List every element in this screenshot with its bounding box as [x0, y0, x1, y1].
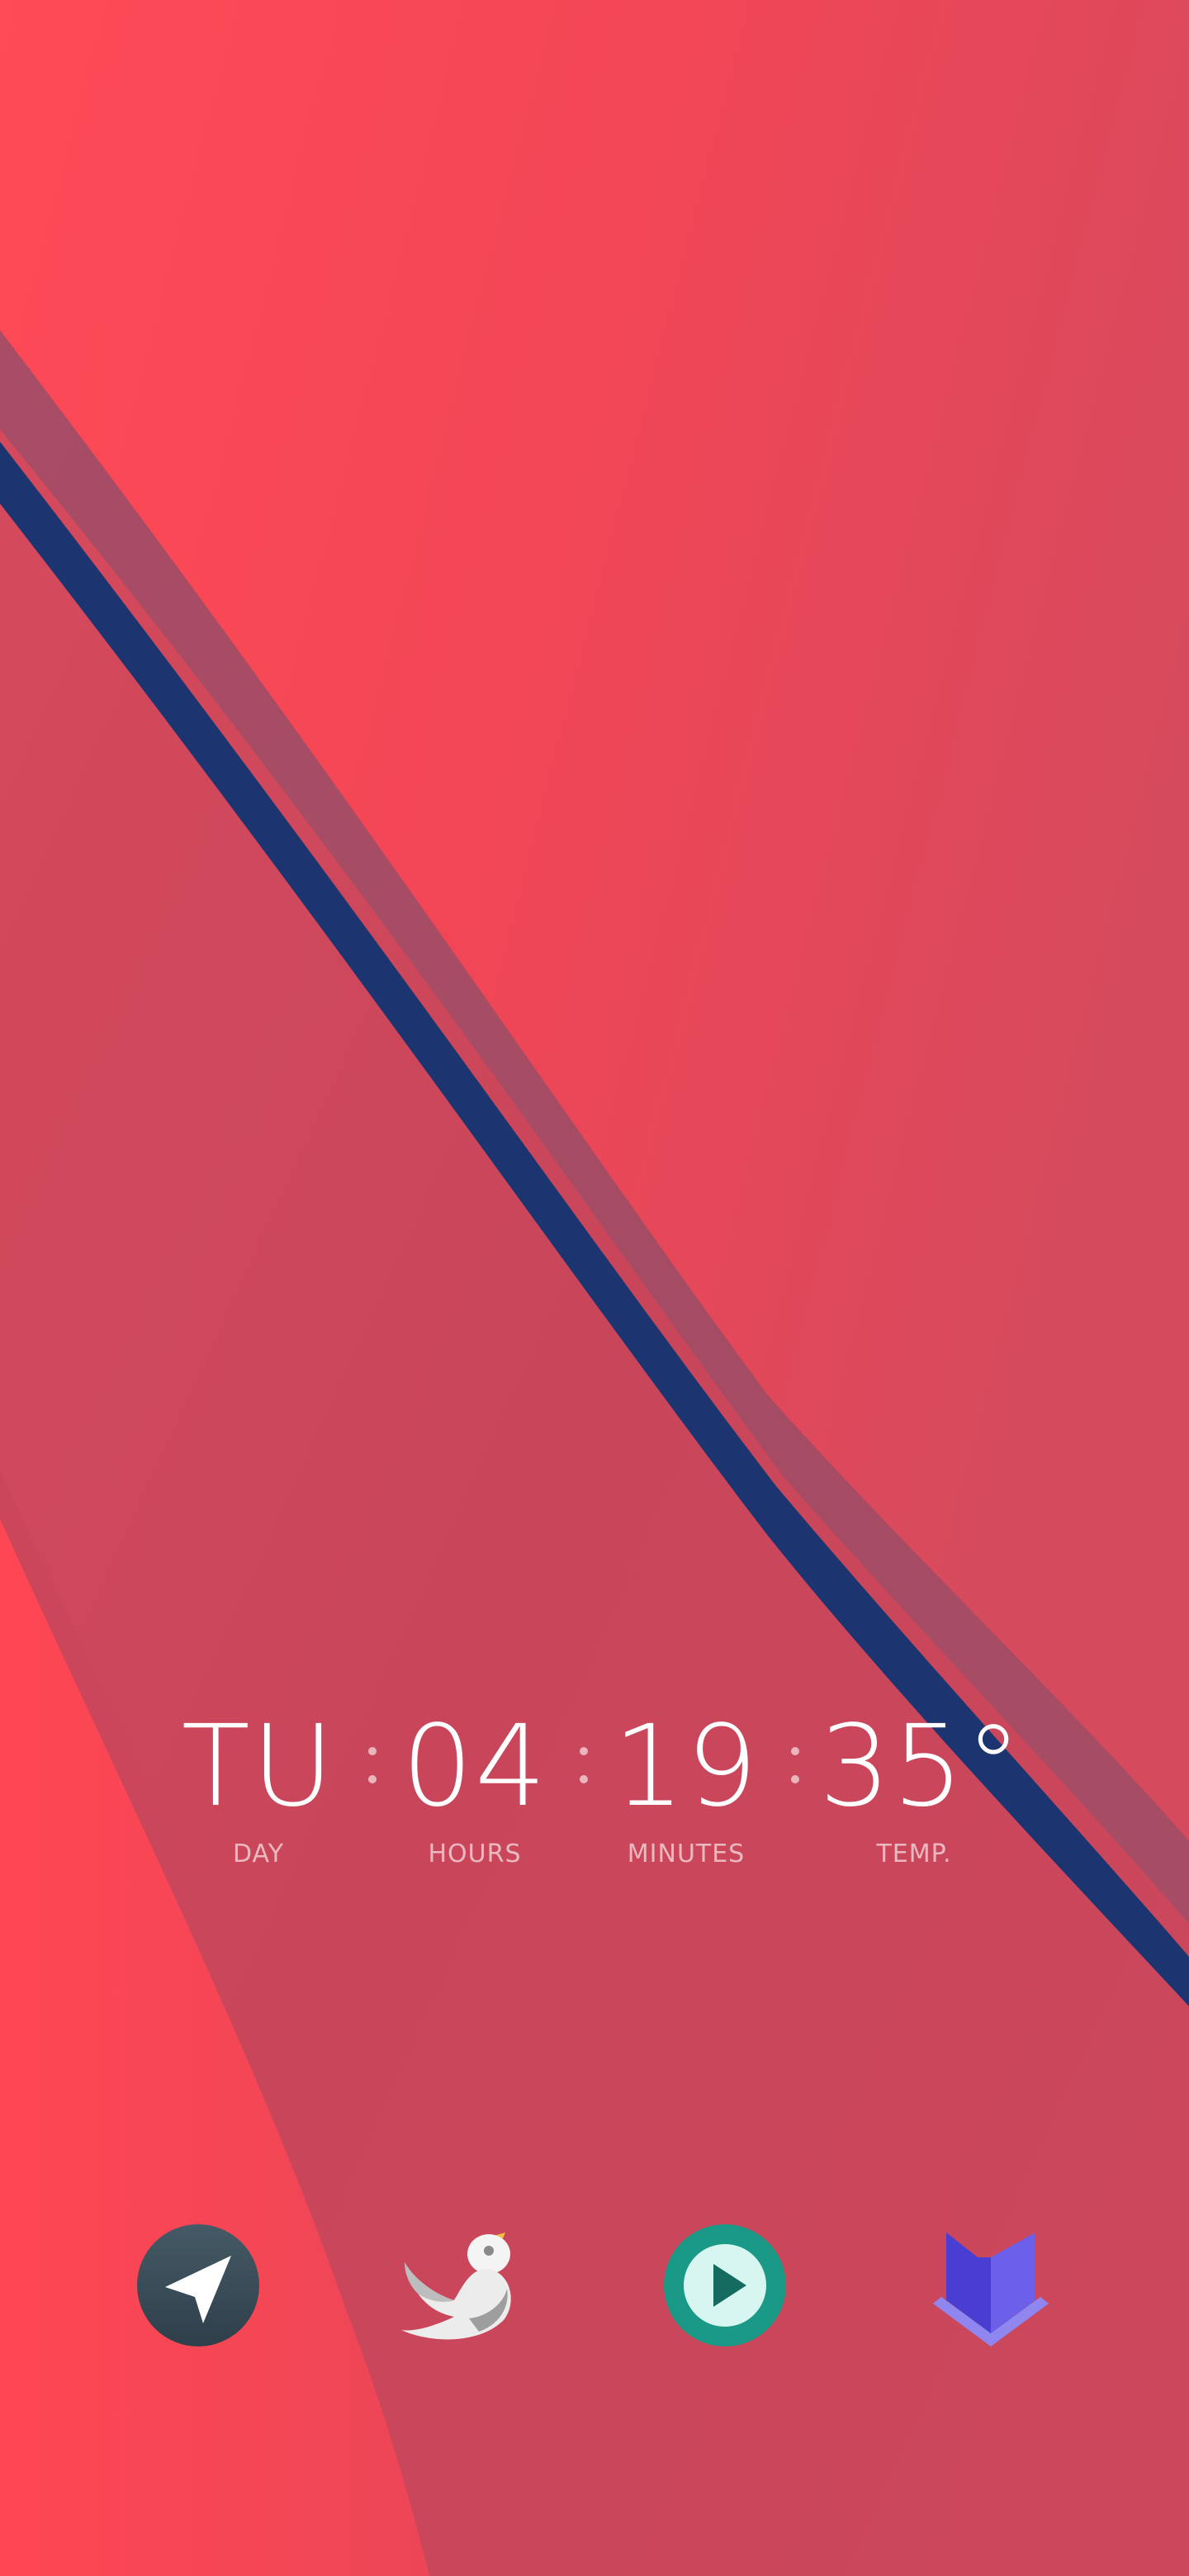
clock-widget[interactable]: TU DAY 04 HOURS 19 MINUTES 35° TEMP. — [0, 1701, 1189, 1882]
play-icon — [664, 2224, 786, 2346]
temp-label: TEMP. — [876, 1840, 952, 1868]
bird-icon — [401, 2233, 511, 2340]
fox-icon — [933, 2233, 1049, 2346]
separator — [791, 1739, 799, 1788]
hours-segment: 04 HOURS — [396, 1701, 553, 1868]
hours-value: 04 — [401, 1702, 548, 1832]
app-fox[interactable] — [926, 2221, 1055, 2350]
day-value: TU — [181, 1702, 336, 1832]
temp-segment: 35° TEMP. — [819, 1701, 1024, 1868]
app-player[interactable] — [661, 2221, 789, 2350]
day-label: DAY — [232, 1840, 285, 1868]
temp-value: 35° — [819, 1702, 1024, 1832]
hours-label: HOURS — [428, 1840, 522, 1868]
navigation-arrow-icon — [137, 2224, 259, 2346]
separator — [580, 1739, 588, 1788]
day-segment: TU DAY — [180, 1701, 337, 1868]
minutes-label: MINUTES — [627, 1840, 746, 1868]
separator — [368, 1739, 377, 1788]
minutes-value: 19 — [613, 1702, 760, 1832]
app-navigation[interactable] — [134, 2221, 263, 2350]
minutes-segment: 19 MINUTES — [608, 1701, 765, 1868]
home-screen: TU DAY 04 HOURS 19 MINUTES 35° TEMP. — [0, 0, 1189, 2576]
wallpaper — [0, 0, 1189, 2576]
app-bird[interactable] — [396, 2221, 525, 2350]
app-dock — [0, 2221, 1189, 2353]
